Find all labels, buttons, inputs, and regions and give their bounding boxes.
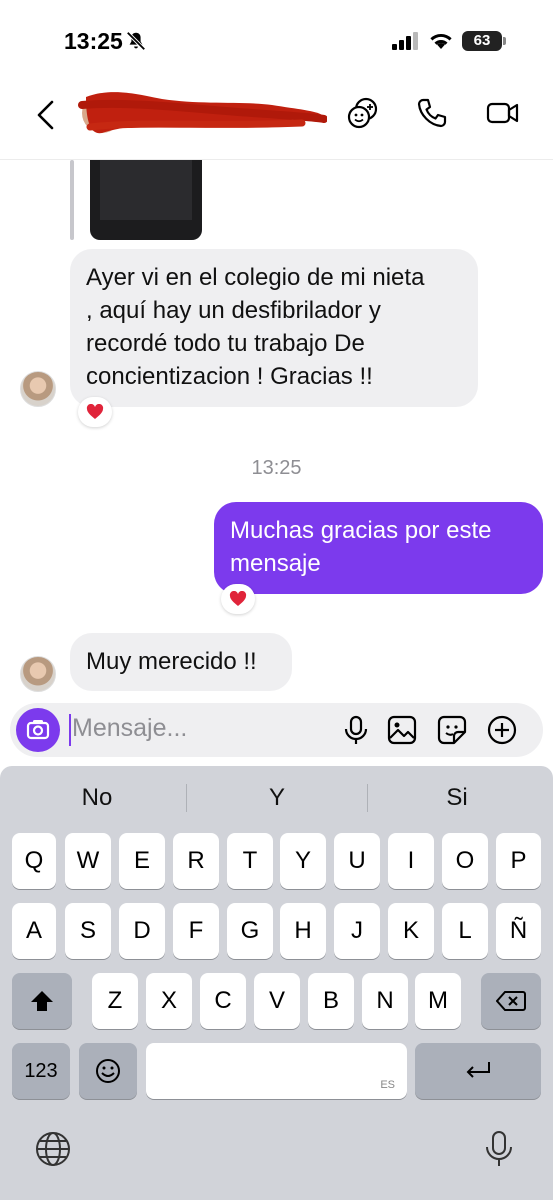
heart-reaction[interactable]	[78, 397, 112, 427]
message-input[interactable]: Mensaje...	[72, 714, 187, 743]
redacted-contact-name[interactable]	[72, 83, 327, 143]
suggestion-bar: No Y Si	[0, 766, 553, 830]
bell-muted-icon	[126, 31, 146, 51]
message-line: concientizacion ! Gracias !!	[86, 363, 373, 390]
text-cursor	[69, 714, 71, 746]
signal-icon	[392, 32, 418, 50]
back-chevron-icon[interactable]	[34, 98, 58, 132]
key[interactable]: X	[146, 973, 192, 1029]
shared-image-thumbnail[interactable]	[90, 160, 202, 240]
heart-icon	[86, 403, 104, 419]
message-line: mensaje	[230, 550, 321, 577]
key[interactable]: U	[334, 833, 380, 889]
incoming-message[interactable]: Ayer vi en el colegio de mi nieta , aquí…	[70, 249, 478, 407]
backspace-icon	[495, 991, 526, 1011]
key[interactable]: Ñ	[496, 903, 541, 959]
numbers-key[interactable]: 123	[12, 1043, 70, 1099]
suggestion[interactable]: Si	[367, 784, 547, 812]
image-content	[100, 160, 192, 220]
shift-arrow-icon	[31, 991, 53, 1011]
message-line: Muchas gracias por este	[230, 517, 492, 544]
contact-avatar[interactable]	[20, 371, 56, 407]
gallery-icon[interactable]	[386, 714, 418, 746]
message-composer: Mensaje...	[10, 703, 543, 757]
key[interactable]: Y	[280, 833, 326, 889]
keyboard: No Y Si Q W E R T Y U I O P A S D F G H …	[0, 766, 553, 1200]
message-line: , aquí hay un desfibrilador y	[86, 297, 381, 324]
suggestion[interactable]: No	[7, 784, 187, 812]
key[interactable]: J	[334, 903, 380, 959]
outgoing-message[interactable]: Muchas gracias por este mensaje	[214, 502, 543, 594]
add-icon[interactable]	[486, 714, 518, 746]
key[interactable]: V	[254, 973, 300, 1029]
key[interactable]: T	[227, 833, 273, 889]
return-key[interactable]	[415, 1043, 541, 1099]
key[interactable]: I	[388, 833, 434, 889]
status-bar: 13:25 63	[0, 0, 553, 80]
heart-reaction[interactable]	[221, 584, 255, 614]
status-time: 13:25	[64, 28, 123, 54]
sticker-icon[interactable]	[436, 714, 468, 746]
key[interactable]: C	[200, 973, 246, 1029]
globe-icon[interactable]	[34, 1130, 72, 1168]
key[interactable]: M	[415, 973, 461, 1029]
incoming-message[interactable]: Muy merecido !!	[70, 633, 292, 691]
key[interactable]: H	[280, 903, 326, 959]
key[interactable]: D	[119, 903, 165, 959]
battery-indicator: 63	[462, 31, 506, 51]
camera-button[interactable]	[16, 708, 60, 752]
key[interactable]: P	[496, 833, 541, 889]
microphone-icon[interactable]	[340, 714, 372, 746]
camera-icon	[26, 720, 50, 740]
key[interactable]: R	[173, 833, 219, 889]
key[interactable]: B	[308, 973, 354, 1029]
key[interactable]: G	[227, 903, 273, 959]
message-line: recordé todo tu trabajo De	[86, 330, 365, 357]
chat-header	[0, 80, 553, 160]
message-timestamp: 13:25	[251, 457, 302, 479]
suggestion[interactable]: Y	[187, 784, 367, 812]
shift-key[interactable]	[12, 973, 72, 1029]
effects-icon[interactable]	[346, 96, 380, 130]
return-arrow-icon	[466, 1062, 490, 1078]
reply-indicator	[70, 160, 74, 240]
delete-key[interactable]	[481, 973, 541, 1029]
key[interactable]: K	[388, 903, 434, 959]
emoji-key[interactable]	[79, 1043, 137, 1099]
key[interactable]: L	[442, 903, 488, 959]
key[interactable]: Q	[12, 833, 56, 889]
message-line: Ayer vi en el colegio de mi nieta	[86, 264, 425, 291]
keyboard-language: ES	[380, 1079, 395, 1091]
key[interactable]: A	[12, 903, 56, 959]
key[interactable]: N	[362, 973, 408, 1029]
key[interactable]: O	[442, 833, 488, 889]
key[interactable]: S	[65, 903, 111, 959]
space-bar[interactable]: ES	[146, 1043, 407, 1099]
key[interactable]: W	[65, 833, 111, 889]
wifi-icon	[430, 33, 452, 49]
message-line: Muy merecido !!	[86, 648, 257, 675]
phone-icon[interactable]	[415, 96, 449, 130]
key[interactable]: E	[119, 833, 165, 889]
key[interactable]: Z	[92, 973, 138, 1029]
contact-avatar[interactable]	[20, 656, 56, 692]
emoji-icon	[96, 1059, 120, 1083]
dictation-mic-icon[interactable]	[484, 1130, 514, 1168]
chat-screen: 13:25 63 Ayer vi en el colegio de mi nie…	[0, 0, 553, 1200]
heart-icon	[229, 590, 247, 606]
video-call-icon[interactable]	[486, 96, 520, 130]
key[interactable]: F	[173, 903, 219, 959]
